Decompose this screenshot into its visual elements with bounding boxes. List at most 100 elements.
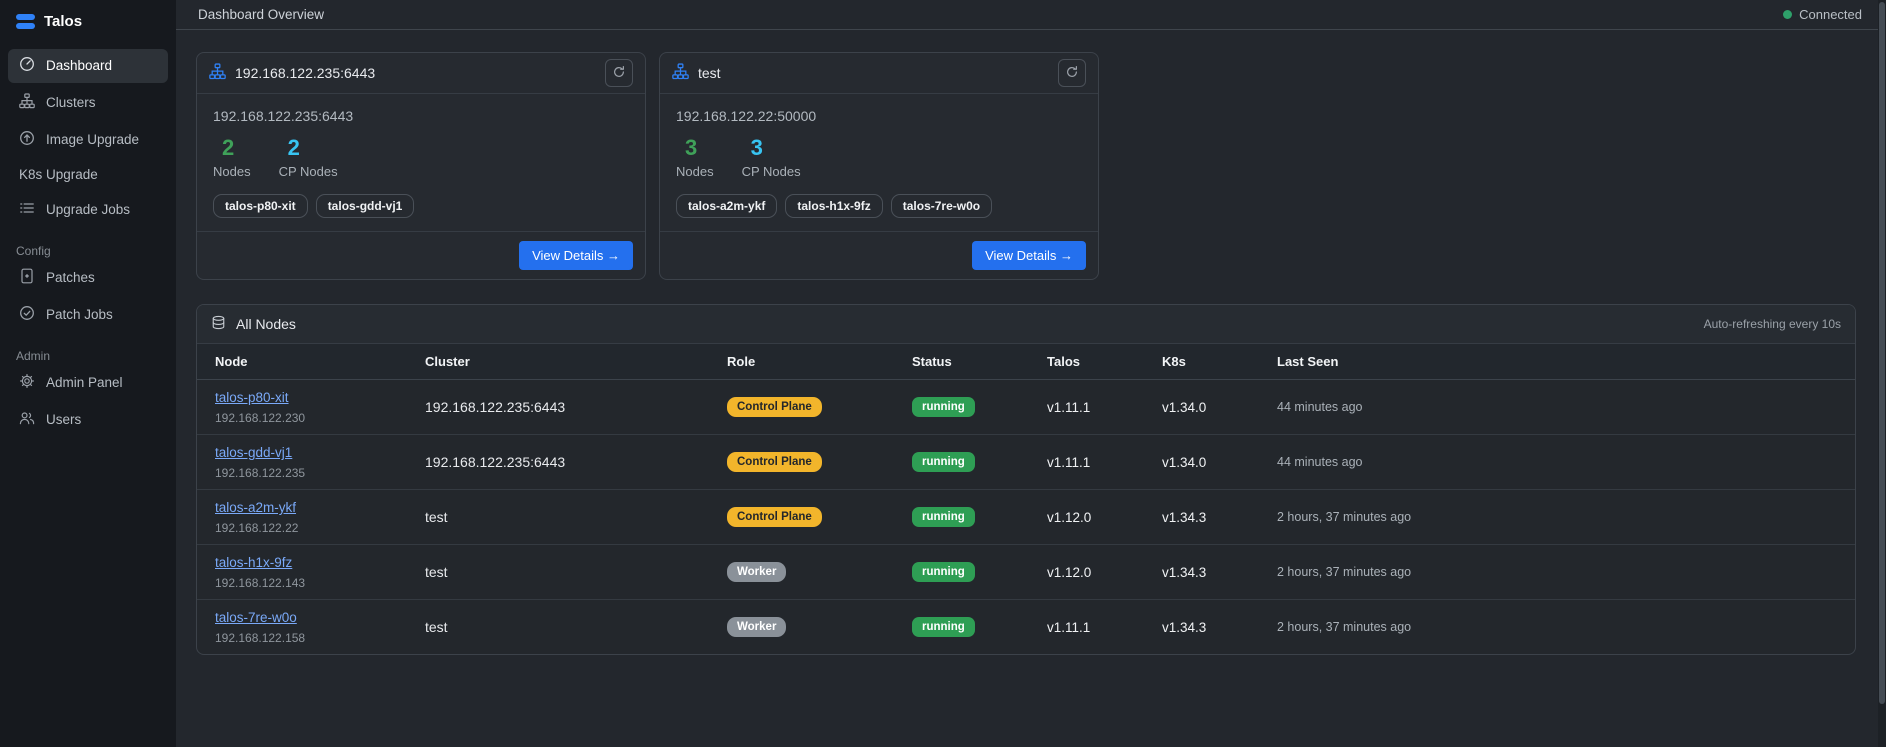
cell-k8s-version: v1.34.0 — [1162, 454, 1207, 470]
cluster-diagram-icon — [19, 93, 35, 113]
vertical-scrollbar[interactable] — [1878, 0, 1886, 747]
all-nodes-title: All Nodes — [211, 315, 296, 333]
cluster-name: test — [698, 65, 721, 81]
cluster-stats: 3 Nodes 3 CP Nodes — [676, 135, 1082, 180]
all-nodes-panel: All Nodes Auto-refreshing every 10s Node… — [196, 304, 1856, 655]
status-badge: running — [912, 617, 975, 637]
cell-cluster: test — [425, 564, 448, 580]
all-nodes-label: All Nodes — [236, 316, 296, 332]
cell-cluster: 192.168.122.235:6443 — [425, 454, 566, 470]
refresh-button[interactable] — [1058, 59, 1086, 87]
node-link[interactable]: talos-gdd-vj1 — [215, 445, 292, 460]
status-badge: running — [912, 452, 975, 472]
cp-nodes-count: 3 — [750, 135, 763, 160]
gauge-icon — [19, 56, 35, 76]
journal-icon — [19, 268, 35, 288]
cell-last-seen: 2 hours, 37 minutes ago — [1277, 620, 1412, 634]
cluster-card-title: 192.168.122.235:6443 — [209, 63, 375, 83]
col-cluster: Cluster — [425, 354, 470, 369]
cell-cluster: test — [425, 509, 448, 525]
topbar: Dashboard Overview Connected — [176, 0, 1886, 30]
cluster-card-header: 192.168.122.235:6443 — [197, 53, 645, 94]
col-node: Node — [215, 354, 248, 369]
node-tag[interactable]: talos-p80-xit — [213, 194, 308, 218]
sidebar-item-patch-jobs[interactable]: Patch Jobs — [8, 298, 168, 332]
cell-last-seen: 44 minutes ago — [1277, 400, 1363, 414]
node-tag[interactable]: talos-gdd-vj1 — [315, 194, 415, 218]
cluster-diagram-icon — [209, 63, 226, 83]
node-link[interactable]: talos-p80-xit — [215, 390, 289, 405]
connection-label: Connected — [1799, 7, 1862, 22]
sidebar-item-clusters[interactable]: Clusters — [8, 86, 168, 120]
table-row: talos-p80-xit 192.168.122.230 192.168.12… — [197, 380, 1855, 435]
cluster-card: 192.168.122.235:6443 192.168.122.235:644… — [196, 52, 646, 280]
cluster-name: 192.168.122.235:6443 — [235, 65, 376, 81]
connected-dot-icon — [1783, 10, 1793, 19]
cell-last-seen: 2 hours, 37 minutes ago — [1277, 565, 1412, 579]
role-badge: Control Plane — [727, 507, 822, 527]
nodes-count: 3 — [685, 135, 698, 160]
col-k8s: K8s — [1162, 354, 1186, 369]
sidebar-item-users[interactable]: Users — [8, 403, 168, 437]
connection-status: Connected — [1783, 7, 1862, 22]
role-badge: Worker — [727, 562, 787, 582]
cp-nodes-stat: 3 CP Nodes — [742, 135, 801, 180]
sidebar-item-label: Upgrade Jobs — [46, 202, 131, 217]
sidebar-item-image-upgrade[interactable]: Image Upgrade — [8, 123, 168, 157]
sidebar: Talos Dashboard Clusters Image Upgrade K… — [0, 0, 176, 747]
table-row: talos-h1x-9fz 192.168.122.143 test Worke… — [197, 545, 1855, 600]
node-tag[interactable]: talos-h1x-9fz — [785, 194, 883, 218]
node-tag[interactable]: talos-7re-w0o — [890, 194, 993, 218]
node-link[interactable]: talos-a2m-ykf — [215, 500, 296, 515]
node-ip: 192.168.122.22 — [215, 521, 299, 535]
database-icon — [211, 315, 226, 333]
cell-k8s-version: v1.34.3 — [1162, 564, 1207, 580]
arrow-up-circle-icon — [19, 130, 35, 150]
view-details-button[interactable]: View Details → — [972, 241, 1086, 270]
col-status: Status — [912, 354, 952, 369]
node-ip: 192.168.122.235 — [215, 466, 306, 480]
sidebar-item-label: Admin Panel — [46, 375, 123, 390]
cluster-stats: 2 Nodes 2 CP Nodes — [213, 135, 629, 180]
cell-talos-version: v1.11.1 — [1047, 399, 1091, 415]
sidebar-item-dashboard[interactable]: Dashboard — [8, 49, 168, 83]
cluster-card: test 192.168.122.22:50000 3 Nodes 3 CP N… — [659, 52, 1099, 280]
cluster-card-footer: View Details → — [197, 231, 645, 279]
node-tags: talos-a2m-ykf talos-h1x-9fz talos-7re-w0… — [676, 194, 1082, 218]
list-icon — [19, 200, 35, 220]
sidebar-item-upgrade-jobs[interactable]: Upgrade Jobs — [8, 193, 168, 227]
cp-nodes-label: CP Nodes — [278, 164, 338, 179]
sidebar-item-k8s-upgrade[interactable]: K8s Upgrade — [8, 160, 168, 190]
cp-nodes-stat: 2 CP Nodes — [278, 137, 338, 180]
cell-last-seen: 2 hours, 37 minutes ago — [1277, 510, 1412, 524]
node-ip: 192.168.122.143 — [215, 576, 306, 590]
table-row: talos-a2m-ykf 192.168.122.22 test Contro… — [197, 490, 1855, 545]
sidebar-item-label: Dashboard — [46, 58, 113, 73]
table-row: talos-7re-w0o 192.168.122.158 test Worke… — [197, 600, 1855, 654]
node-link[interactable]: talos-7re-w0o — [215, 610, 297, 625]
cluster-card-header: test — [660, 53, 1098, 94]
refresh-icon — [1065, 65, 1079, 82]
refresh-button[interactable] — [605, 59, 633, 87]
sidebar-item-patches[interactable]: Patches — [8, 261, 168, 295]
table-header-row: Node Cluster Role Status Talos K8s Last … — [197, 344, 1855, 380]
nodes-label: Nodes — [213, 164, 251, 179]
view-details-button[interactable]: View Details → — [519, 241, 633, 270]
cell-talos-version: v1.12.0 — [1047, 564, 1092, 580]
node-tag[interactable]: talos-a2m-ykf — [676, 194, 778, 218]
cell-last-seen: 44 minutes ago — [1277, 455, 1363, 469]
sidebar-item-admin-panel[interactable]: Admin Panel — [8, 366, 168, 400]
node-link[interactable]: talos-h1x-9fz — [215, 555, 292, 570]
nodes-count: 2 — [222, 135, 235, 160]
cell-talos-version: v1.12.0 — [1047, 509, 1092, 525]
brand-name: Talos — [44, 13, 83, 30]
people-icon — [19, 410, 35, 430]
cluster-card-body: 192.168.122.22:50000 3 Nodes 3 CP Nodes — [660, 94, 1098, 231]
sidebar-item-label: Patch Jobs — [46, 307, 113, 322]
scrollbar-thumb[interactable] — [1879, 2, 1885, 704]
cluster-card-footer: View Details → — [660, 231, 1098, 279]
talos-logo-icon — [16, 14, 35, 29]
node-ip: 192.168.122.230 — [215, 411, 306, 425]
node-ip: 192.168.122.158 — [215, 631, 306, 645]
role-badge: Control Plane — [727, 397, 822, 417]
